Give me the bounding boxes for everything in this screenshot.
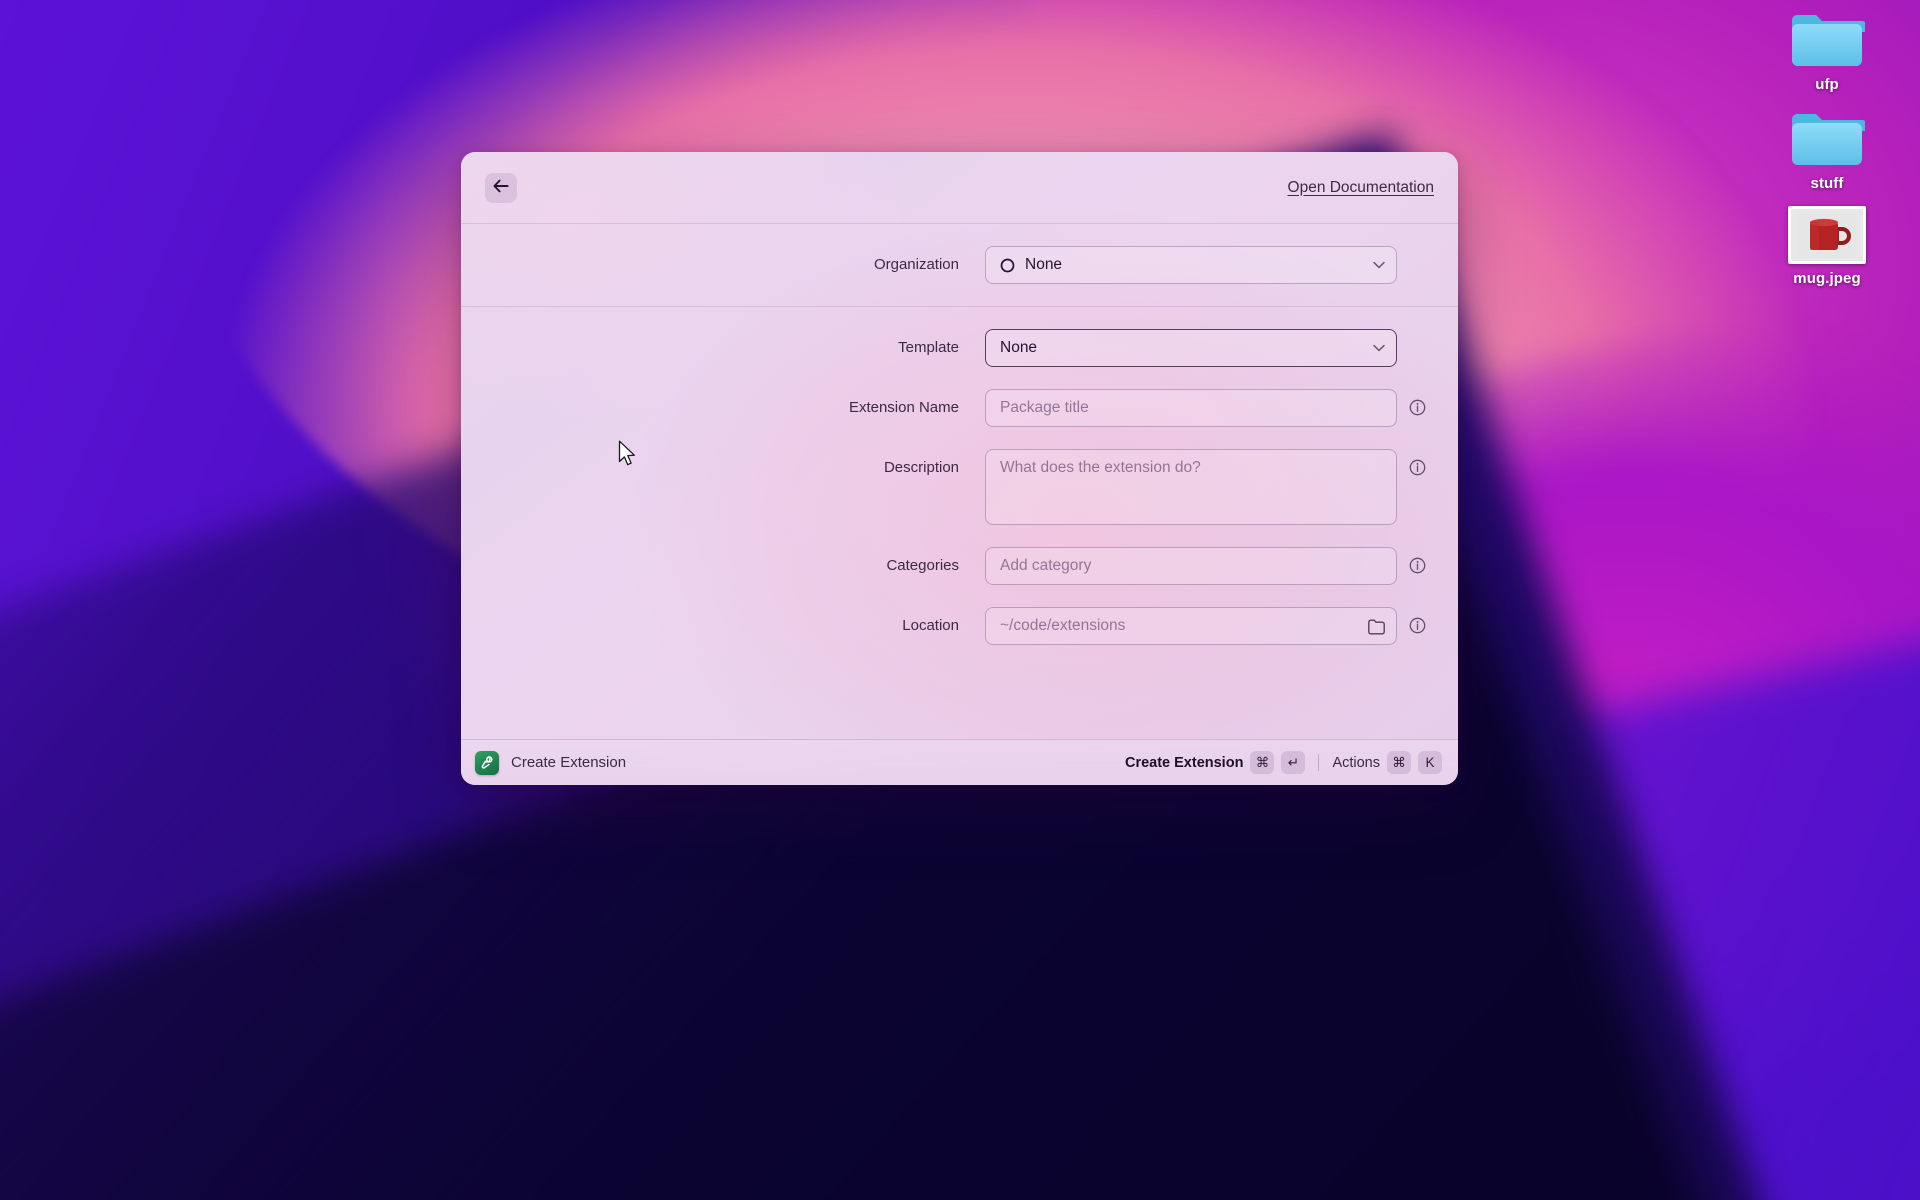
desktop-item-label: ufp: [1815, 76, 1839, 93]
info-icon[interactable]: [1409, 399, 1426, 420]
folder-icon[interactable]: [1367, 618, 1386, 635]
organization-value: None: [1025, 256, 1063, 273]
back-button[interactable]: [485, 172, 517, 203]
organization-control: None: [985, 246, 1397, 284]
categories-row: Categories Add category: [461, 547, 1458, 585]
folder-icon: [1789, 107, 1865, 169]
categories-control: Add category: [985, 547, 1397, 585]
arrow-left-icon: [493, 179, 509, 197]
organization-label: Organization: [873, 256, 959, 273]
panel-header: Open Documentation: [461, 152, 1458, 224]
extension-name-label: Extension Name: [848, 399, 959, 416]
desktop-item-stuff[interactable]: stuff: [1761, 107, 1893, 192]
desktop-icon-grid: ufp stuff mug.jpeg: [1752, 8, 1902, 287]
description-placeholder: What does the extension do?: [1000, 459, 1201, 476]
footer-divider: [1318, 754, 1320, 771]
location-row: Location ~/code/extensions: [461, 607, 1458, 645]
desktop-item-ufp[interactable]: ufp: [1761, 8, 1893, 93]
extension-name-row: Extension Name Package title: [461, 389, 1458, 427]
extension-name-control: Package title: [985, 389, 1397, 427]
extension-name-input[interactable]: Package title: [985, 389, 1397, 427]
template-label: Template: [898, 339, 959, 356]
hammer-icon: [475, 750, 499, 775]
info-icon[interactable]: [1409, 557, 1426, 578]
description-row: Description What does the extension do?: [461, 449, 1458, 525]
template-control: None: [985, 329, 1397, 367]
desktop-item-mug-jpeg[interactable]: mug.jpeg: [1761, 206, 1893, 287]
location-label: Location: [902, 617, 959, 634]
info-icon[interactable]: [1409, 617, 1426, 638]
footer-actions: Create Extension ⌘ ↵ Actions ⌘ K: [1125, 751, 1442, 774]
key-command-icon[interactable]: ⌘: [1250, 751, 1275, 774]
key-return-icon[interactable]: ↵: [1281, 751, 1306, 774]
extension-details-section: Template None Extension Name Package tit…: [461, 307, 1458, 667]
image-thumbnail: [1788, 206, 1866, 264]
categories-label: Categories: [886, 557, 959, 574]
template-value: None: [1000, 339, 1038, 356]
organization-row: Organization None: [461, 246, 1458, 284]
template-row: Template None: [461, 329, 1458, 367]
create-extension-panel: Open Documentation Organization None Tem…: [461, 152, 1458, 785]
description-label: Description: [883, 459, 959, 476]
organization-select[interactable]: None: [985, 246, 1397, 284]
desktop-item-label: mug.jpeg: [1793, 270, 1861, 287]
panel-body: Organization None Template None Extensio…: [461, 224, 1458, 739]
desktop: ufp stuff mug.jpeg Open Documentation Or…: [0, 0, 1920, 1200]
desktop-item-label: stuff: [1810, 175, 1844, 192]
key-k-icon[interactable]: K: [1418, 751, 1442, 774]
categories-placeholder: Add category: [1000, 557, 1092, 574]
panel-footer: Create Extension Create Extension ⌘ ↵ Ac…: [461, 739, 1458, 785]
actions-button[interactable]: Actions: [1332, 755, 1380, 771]
template-select[interactable]: None: [985, 329, 1397, 367]
circle-icon: [1000, 258, 1015, 273]
location-control: ~/code/extensions: [985, 607, 1397, 645]
key-command-icon[interactable]: ⌘: [1387, 751, 1411, 774]
folder-icon: [1789, 8, 1865, 70]
chevron-down-icon: [1373, 339, 1385, 357]
organization-section: Organization None: [461, 224, 1458, 306]
create-extension-action[interactable]: Create Extension: [1125, 755, 1243, 771]
location-input[interactable]: ~/code/extensions: [985, 607, 1397, 645]
description-control: What does the extension do?: [985, 449, 1397, 525]
categories-input[interactable]: Add category: [985, 547, 1397, 585]
footer-title: Create Extension: [511, 754, 627, 771]
info-icon[interactable]: [1409, 459, 1426, 480]
description-textarea[interactable]: What does the extension do?: [985, 449, 1397, 525]
chevron-down-icon: [1373, 256, 1385, 274]
open-documentation-link[interactable]: Open Documentation: [1288, 179, 1434, 197]
extension-name-placeholder: Package title: [1000, 399, 1089, 416]
location-placeholder: ~/code/extensions: [1000, 617, 1126, 634]
